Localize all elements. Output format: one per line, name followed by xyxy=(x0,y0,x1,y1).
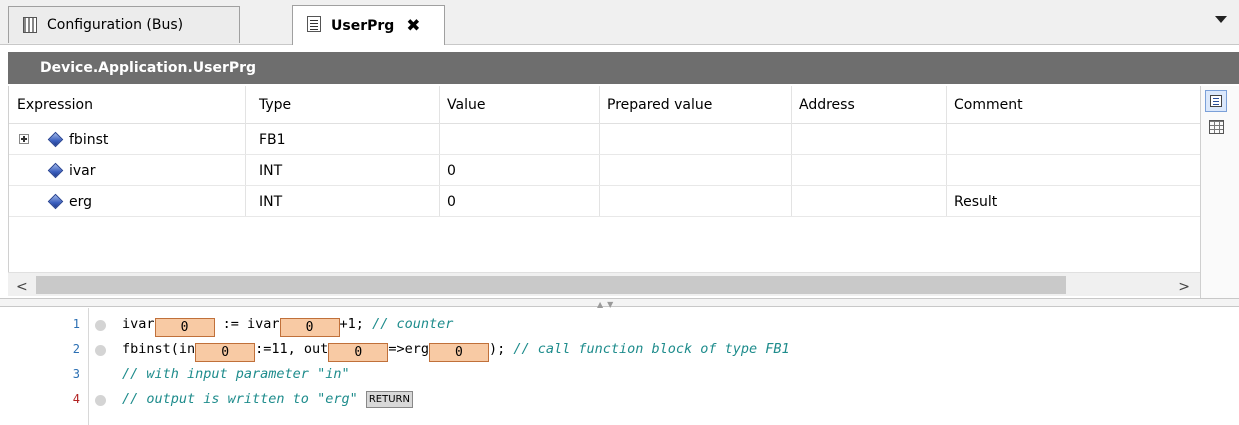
value-cell: 0 xyxy=(447,162,456,179)
type-cell: INT xyxy=(259,193,283,210)
configuration-icon xyxy=(23,17,37,33)
column-header-value[interactable]: Value xyxy=(447,86,485,124)
view-toolbar xyxy=(1200,86,1239,298)
code-token: := ivar xyxy=(214,316,280,332)
code-text: ivar 0 := ivar 0 +1; // counter xyxy=(122,316,453,337)
expression-cell: ivar xyxy=(69,162,96,179)
editor-tab-strip: Configuration (Bus) UserPrg ✖ xyxy=(0,0,1239,45)
inline-monitor-value[interactable]: 0 xyxy=(279,318,340,337)
comment-cell: Result xyxy=(954,193,998,210)
code-line[interactable]: 3 // with input parameter "in" xyxy=(0,364,1239,386)
close-tab-icon[interactable]: ✖ xyxy=(406,16,420,36)
tab-configuration-bus[interactable]: Configuration (Bus) xyxy=(8,6,240,43)
code-editor[interactable]: 1 ivar 0 := ivar 0 +1; // counter 2 fbinst(… xyxy=(0,308,1239,425)
column-header-type[interactable]: Type xyxy=(259,86,291,124)
inline-monitor-value[interactable]: 0 xyxy=(195,343,256,362)
breakpoint-marker-icon[interactable] xyxy=(95,395,106,406)
code-line[interactable]: 4 // output is written to "erg" RETURN xyxy=(0,389,1239,411)
list-view-icon xyxy=(1210,95,1222,107)
inline-monitor-value[interactable]: 0 xyxy=(328,343,389,362)
breakpoint-marker-icon[interactable] xyxy=(95,345,106,356)
table-header: Expression Type Value Prepared value Add… xyxy=(9,86,1201,124)
code-token: ); xyxy=(488,341,514,357)
table-row[interactable]: ivar INT 0 xyxy=(9,155,1201,186)
expression-cell: erg xyxy=(69,193,93,210)
line-number: 3 xyxy=(72,367,80,381)
code-token: ivar xyxy=(122,316,155,332)
expand-icon[interactable] xyxy=(19,134,29,144)
return-marker: RETURN xyxy=(365,391,413,408)
code-token: =>erg xyxy=(388,341,429,357)
tab-label: Configuration (Bus) xyxy=(47,17,184,33)
code-token: fbinst(in xyxy=(122,341,196,357)
column-header-comment[interactable]: Comment xyxy=(954,86,1023,124)
textual-view-button[interactable] xyxy=(1205,90,1227,112)
scroll-right-icon[interactable]: > xyxy=(1178,279,1190,295)
code-text: // output is written to "erg" RETURN xyxy=(122,391,413,408)
scroll-left-icon[interactable]: < xyxy=(16,279,28,295)
code-comment: // counter xyxy=(372,316,454,332)
pane-splitter[interactable]: ▲▼ xyxy=(0,298,1239,309)
pou-title-bar: Device.Application.UserPrg xyxy=(8,52,1239,84)
table-row[interactable]: fbinst FB1 xyxy=(9,124,1201,155)
tab-userprg[interactable]: UserPrg ✖ xyxy=(292,5,445,45)
pou-path: Device.Application.UserPrg xyxy=(40,60,257,76)
code-token: +1; xyxy=(339,316,373,332)
code-line[interactable]: 2 fbinst(in 0:=11, out 0 =>erg 0); // call f… xyxy=(0,339,1239,362)
tab-label: UserPrg xyxy=(331,17,395,34)
type-cell: FB1 xyxy=(259,131,286,148)
code-comment: // with input parameter "in" xyxy=(122,366,350,382)
horizontal-scrollbar[interactable]: < > xyxy=(8,272,1200,296)
breakpoint-marker-icon[interactable] xyxy=(95,320,106,331)
code-comment: // output is written to "erg" xyxy=(122,391,358,407)
tab-list-dropdown-icon[interactable] xyxy=(1215,16,1227,23)
variable-icon xyxy=(47,131,64,148)
code-comment: // call function block of type FB1 xyxy=(513,341,790,357)
column-header-expression[interactable]: Expression xyxy=(17,86,93,124)
code-token: :=11, out xyxy=(255,341,329,357)
line-number: 1 xyxy=(72,317,80,331)
line-number: 2 xyxy=(72,342,80,356)
table-row[interactable]: erg INT 0 Result xyxy=(9,186,1201,217)
expression-cell: fbinst xyxy=(69,131,109,148)
code-line[interactable]: 1 ivar 0 := ivar 0 +1; // counter xyxy=(0,314,1239,337)
value-cell: 0 xyxy=(447,193,456,210)
code-text: fbinst(in 0:=11, out 0 =>erg 0); // call fun… xyxy=(122,341,790,362)
code-text: // with input parameter "in" xyxy=(122,366,350,382)
line-number: 4 xyxy=(72,392,80,406)
column-header-address[interactable]: Address xyxy=(799,86,855,124)
inline-monitor-value[interactable]: 0 xyxy=(154,318,215,337)
tabular-view-button[interactable] xyxy=(1205,116,1227,138)
column-header-prepared-value[interactable]: Prepared value xyxy=(607,86,712,124)
scrollbar-thumb[interactable] xyxy=(36,276,1066,294)
inline-monitor-value[interactable]: 0 xyxy=(428,343,489,362)
variable-icon xyxy=(47,193,64,210)
type-cell: INT xyxy=(259,162,283,179)
variable-icon xyxy=(47,162,64,179)
watch-table: Expression Type Value Prepared value Add… xyxy=(8,86,1201,272)
document-icon xyxy=(307,16,321,32)
table-view-icon xyxy=(1209,120,1224,134)
